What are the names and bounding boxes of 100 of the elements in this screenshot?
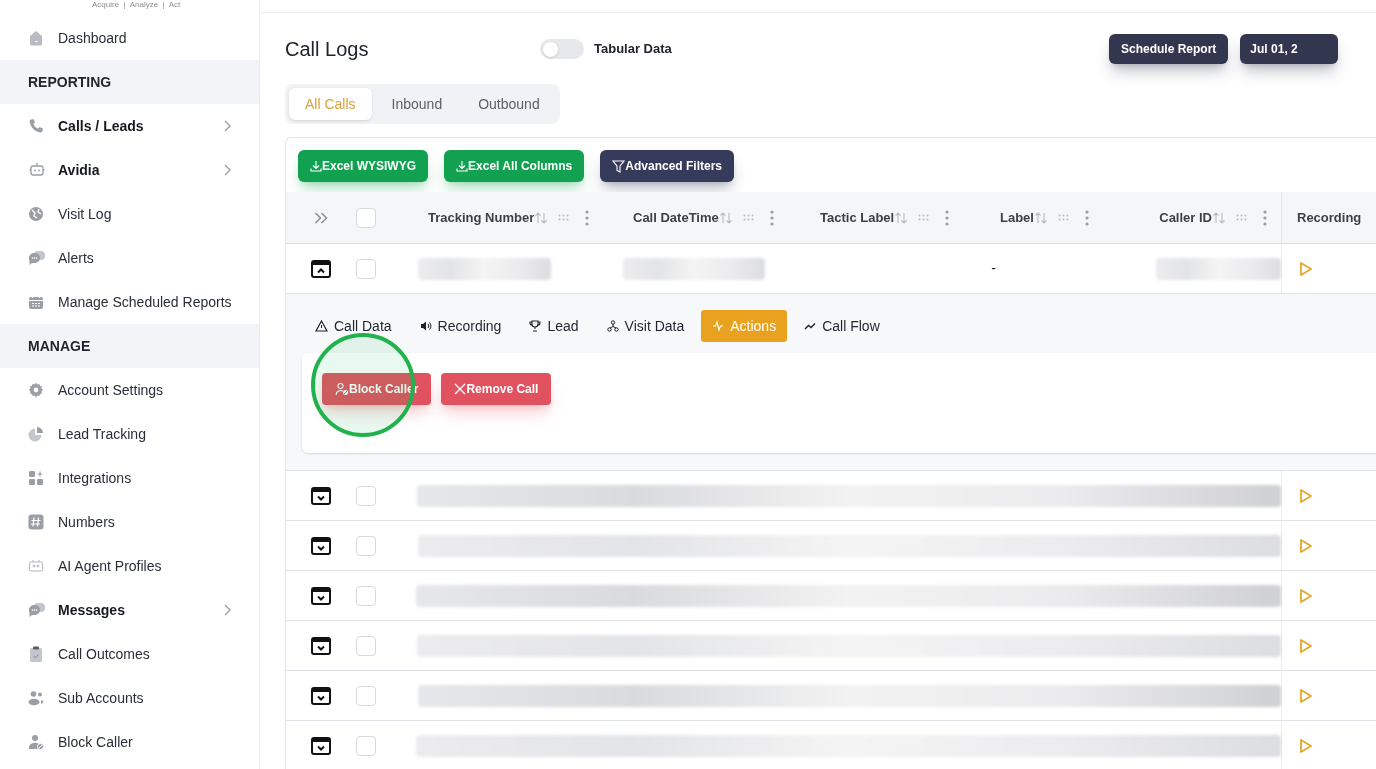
- sidebar-item[interactable]: AI Agent Profiles: [0, 544, 259, 588]
- page-title: Call Logs: [285, 37, 370, 62]
- hash-icon: [28, 514, 44, 530]
- user-block-icon: [335, 382, 349, 396]
- trend-icon: [804, 320, 817, 332]
- play-icon: [1299, 487, 1313, 504]
- filter-icon: [612, 159, 626, 173]
- sidebar-item[interactable]: Calls / Leads: [0, 104, 259, 148]
- detail-tab[interactable]: Recording: [408, 310, 513, 342]
- checkbox[interactable]: [356, 685, 376, 706]
- sort-icon: [894, 211, 909, 224]
- play-icon: [1299, 260, 1313, 277]
- chat-icon: [28, 249, 46, 267]
- play-icon: [1299, 587, 1313, 604]
- detail-tab[interactable]: Call Flow: [793, 310, 891, 342]
- expand-row-icon: [311, 486, 331, 505]
- pulse-icon: [712, 320, 725, 332]
- gear-icon: [28, 382, 44, 398]
- chevron-right-icon: [223, 120, 231, 132]
- globe-icon: [28, 206, 44, 222]
- download-icon: [310, 160, 322, 172]
- brand-tagline: Acquire | Analyze | Act: [91, 0, 182, 10]
- section-heading: MANAGE: [28, 336, 91, 356]
- tab[interactable]: Outbound: [462, 88, 556, 120]
- speaker-icon: [419, 320, 432, 332]
- calendar-icon: [28, 294, 44, 310]
- filter-button[interactable]: Advanced Filters: [600, 150, 734, 182]
- remove-call-button[interactable]: Remove Call: [441, 373, 552, 405]
- checkbox[interactable]: [356, 485, 376, 506]
- drag-handle-icon: [1057, 214, 1069, 221]
- column-menu-icon: [769, 209, 774, 226]
- trophy-icon: [529, 320, 542, 332]
- column-header[interactable]: Label: [1000, 207, 1034, 228]
- hierarchy-icon: [606, 320, 619, 332]
- checkbox[interactable]: [356, 735, 376, 756]
- checkbox[interactable]: [356, 207, 376, 228]
- expand-row-icon: [311, 686, 331, 705]
- sidebar-item[interactable]: Manage Scheduled Reports: [0, 280, 259, 324]
- clipboard-icon: [28, 646, 44, 662]
- grid-plus-icon: [28, 470, 44, 486]
- drag-handle-icon: [918, 214, 930, 221]
- bot-face-icon: [28, 558, 44, 574]
- users-icon: [28, 690, 44, 706]
- column-menu-icon: [1084, 209, 1089, 226]
- play-icon: [1299, 687, 1313, 704]
- chevron-right-icon: [223, 164, 231, 176]
- download-icon: [456, 160, 469, 172]
- sidebar-item[interactable]: Numbers: [0, 500, 259, 544]
- phone-icon: [28, 118, 44, 134]
- expand-row-icon: [311, 736, 331, 755]
- column-menu-icon: [1263, 209, 1267, 226]
- drag-handle-icon: [742, 214, 754, 221]
- checkbox[interactable]: [356, 585, 376, 606]
- sidebar-item[interactable]: Messages: [0, 588, 259, 632]
- expand-row-icon: [311, 536, 331, 555]
- sidebar-item[interactable]: Call Outcomes: [0, 632, 259, 676]
- sort-icon: [534, 211, 549, 224]
- column-header[interactable]: Caller ID: [1159, 207, 1212, 228]
- expand-row-icon: [311, 586, 331, 605]
- checkbox[interactable]: [356, 535, 376, 556]
- sidebar-item[interactable]: Sub Accounts: [0, 676, 259, 720]
- section-heading: REPORTING: [28, 72, 112, 92]
- checkbox[interactable]: [356, 635, 376, 656]
- column-header[interactable]: Tracking Number: [428, 207, 535, 228]
- sort-icon: [718, 211, 733, 224]
- tab[interactable]: Inbound: [375, 88, 459, 120]
- detail-tab[interactable]: Visit Data: [595, 310, 696, 342]
- table-cell-text: -: [991, 259, 996, 278]
- play-icon: [1299, 637, 1313, 654]
- sort-icon: [1212, 211, 1226, 224]
- robot-icon: [28, 161, 46, 179]
- column-menu-icon: [585, 209, 590, 226]
- chevron-right-icon: [223, 604, 231, 616]
- home-icon: [28, 30, 44, 46]
- column-header[interactable]: Call DateTime: [633, 207, 719, 228]
- sort-icon: [1033, 211, 1048, 224]
- sidebar-item[interactable]: Dashboard: [0, 16, 259, 60]
- sidebar-item[interactable]: Avidia: [0, 148, 259, 192]
- detail-tab[interactable]: Call Data: [304, 310, 403, 342]
- sidebar-item[interactable]: Integrations: [0, 456, 259, 500]
- drag-handle-icon: [1236, 214, 1247, 221]
- sidebar-item[interactable]: Account Settings: [0, 368, 259, 412]
- sidebar-item[interactable]: Lead Tracking: [0, 412, 259, 456]
- sidebar-item[interactable]: Alerts: [0, 236, 259, 280]
- schedule-report-button[interactable]: Schedule Report: [1109, 34, 1229, 64]
- detail-tab[interactable]: Lead: [518, 310, 590, 342]
- checkbox[interactable]: [356, 258, 376, 279]
- collapse-row-icon: [311, 259, 331, 278]
- sidebar-item[interactable]: Visit Log: [0, 192, 259, 236]
- column-header[interactable]: Tactic Label: [820, 207, 895, 228]
- date-range-button[interactable]: Jul 01, 2: [1240, 34, 1338, 64]
- toggle-switch[interactable]: [540, 39, 584, 59]
- toggle-label: Tabular Data: [594, 40, 673, 59]
- column-menu-icon: [945, 209, 950, 226]
- user-block-icon: [28, 734, 44, 750]
- play-icon: [1299, 537, 1313, 554]
- close-icon: [454, 383, 467, 395]
- sidebar-item[interactable]: Block Caller: [0, 720, 259, 764]
- expand-all-icon: [314, 211, 328, 224]
- column-header[interactable]: Recording: [1297, 207, 1362, 228]
